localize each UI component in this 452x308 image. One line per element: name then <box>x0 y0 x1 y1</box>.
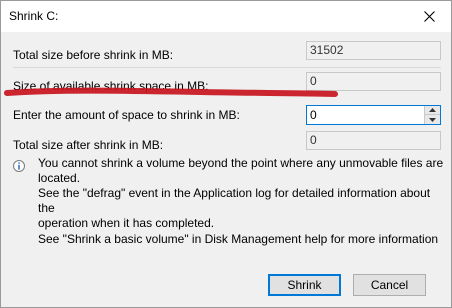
available-space-field: 0 <box>306 72 441 91</box>
arrow-up-icon <box>429 108 436 112</box>
cancel-button[interactable]: Cancel <box>353 274 426 296</box>
stepper-up-button[interactable] <box>424 106 440 115</box>
shrink-amount-stepper[interactable] <box>306 105 441 125</box>
arrow-down-icon <box>429 117 436 122</box>
title-bar: Shrink C: <box>1 1 451 32</box>
info-icon <box>13 160 25 172</box>
stepper-buttons <box>424 106 440 124</box>
close-button[interactable] <box>407 1 451 32</box>
info-line: You cannot shrink a volume beyond the po… <box>38 156 444 185</box>
shrink-amount-input[interactable] <box>307 106 424 124</box>
shrink-dialog: Shrink C: Total size before shrink in MB… <box>0 0 452 308</box>
info-message: You cannot shrink a volume beyond the po… <box>38 156 448 231</box>
info-line: See the "defrag" event in the Applicatio… <box>38 186 431 215</box>
shrink-button[interactable]: Shrink <box>268 274 341 296</box>
window-title: Shrink C: <box>9 9 59 23</box>
total-after-field: 0 <box>306 131 441 150</box>
stepper-down-button[interactable] <box>424 115 440 124</box>
total-before-field: 31502 <box>306 41 441 60</box>
dialog-body: Total size before shrink in MB: 31502 Si… <box>1 32 451 307</box>
close-icon <box>423 11 435 22</box>
total-after-label: Total size after shrink in MB: <box>13 138 164 152</box>
info-line: operation when it has completed. <box>38 216 215 230</box>
help-text: See "Shrink a basic volume" in Disk Mana… <box>38 232 439 246</box>
total-before-label: Total size before shrink in MB: <box>13 48 174 62</box>
separator <box>13 67 441 68</box>
shrink-amount-label: Enter the amount of space to shrink in M… <box>13 108 240 122</box>
available-space-label: Size of available shrink space in MB: <box>13 79 209 93</box>
